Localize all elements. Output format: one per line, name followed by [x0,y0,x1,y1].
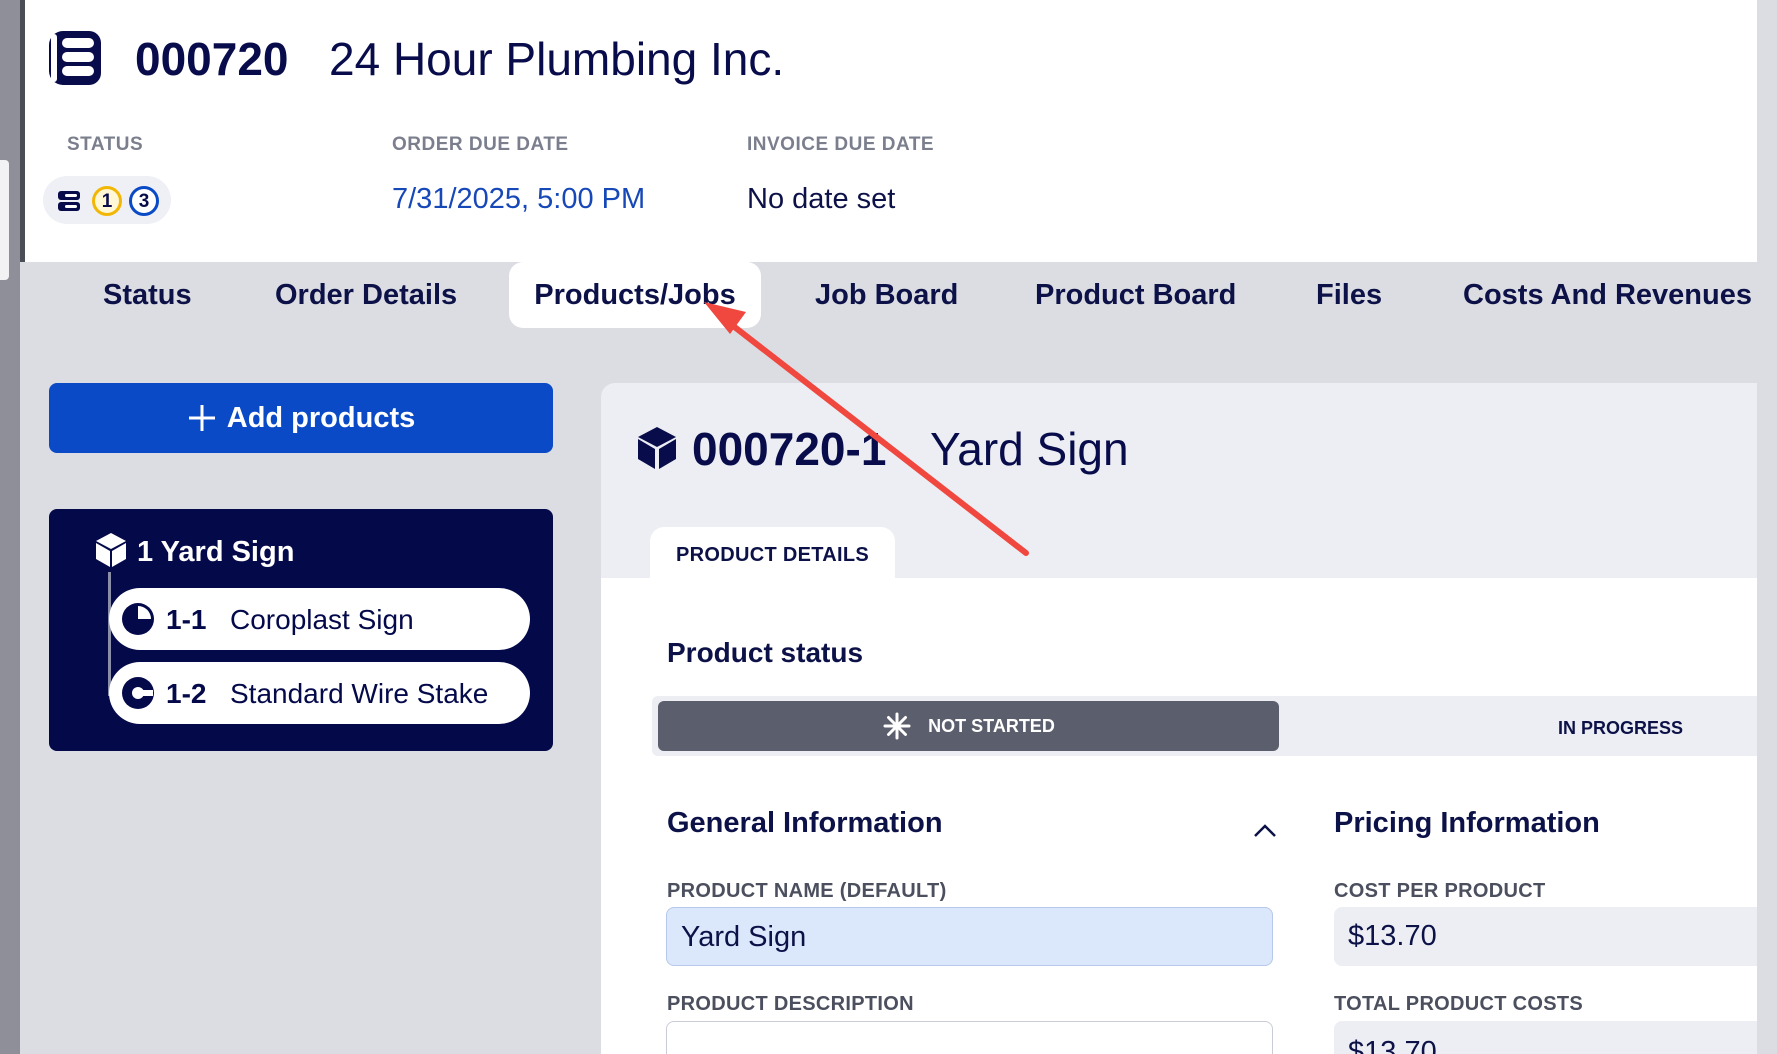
tree-item-number: 1-2 [166,678,207,709]
status-option-label: NOT STARTED [928,715,1055,736]
tab-product-board[interactable]: Product Board [1035,262,1236,328]
asterisk-icon [883,712,911,740]
product-name-label: PRODUCT NAME (DEFAULT) [667,880,947,902]
product-number: 000720-1 [692,423,887,475]
add-products-button[interactable]: Add products [49,383,553,453]
product-name-title: Yard Sign [930,423,1129,475]
tab-order-details[interactable]: Order Details [275,262,457,328]
tab-job-board[interactable]: Job Board [815,262,958,328]
tree-item-coroplast-sign[interactable]: 1-1 Coroplast Sign [109,588,530,650]
status-badge-pending: 1 [92,186,122,216]
cost-per-product-label: COST PER PRODUCT [1334,880,1546,902]
order-due-date-value[interactable]: 7/31/2025, 5:00 PM [392,183,645,216]
order-due-date-label: ORDER DUE DATE [392,134,569,155]
invoice-due-date-label: INVOICE DUE DATE [747,134,935,155]
tree-connector [108,572,111,696]
order-number: 000720 [135,33,289,85]
status-label: STATUS [67,134,144,155]
general-information-title: General Information [667,807,943,839]
status-list-icon [58,191,80,211]
cost-per-product-value: $13.70 [1334,907,1757,966]
window-resize-handle[interactable] [0,160,9,280]
invoice-due-date-value[interactable]: No date set [747,183,895,216]
pie-chart-icon [122,603,154,635]
product-description-label: PRODUCT DESCRIPTION [667,993,914,1015]
order-icon [49,31,101,85]
tree-item-name: Coroplast Sign [230,604,414,635]
customer-name[interactable]: 24 Hour Plumbing Inc. [329,32,784,86]
total-product-costs-value: $13.70 [1334,1021,1757,1054]
pricing-information-title: Pricing Information [1334,807,1600,839]
tree-product-title[interactable]: 1 Yard Sign [137,536,294,569]
status-option-in-progress[interactable]: IN PROGRESS [1558,718,1683,739]
tree-item-number: 1-1 [166,604,207,635]
tree-item-name: Standard Wire Stake [230,678,489,709]
tab-products-jobs[interactable]: Products/Jobs [509,262,761,328]
chevron-up-icon[interactable] [1253,822,1277,838]
cube-icon [96,533,126,567]
cube-icon [638,427,676,469]
tab-product-details[interactable]: PRODUCT DETAILS [650,527,895,580]
window-edge [0,0,20,1054]
wrench-icon [122,677,154,709]
product-name-input[interactable]: Yard Sign [666,907,1273,966]
tree-item-standard-wire-stake[interactable]: 1-2 Standard Wire Stake [109,662,530,724]
add-products-label: Add products [226,401,416,434]
tab-status[interactable]: Status [103,262,192,328]
product-description-input[interactable] [666,1021,1273,1054]
status-badge-total: 3 [129,186,159,216]
status-option-not-started[interactable]: NOT STARTED [658,701,1279,751]
total-product-costs-label: TOTAL PRODUCT COSTS [1334,993,1584,1015]
product-status-title: Product status [667,637,864,668]
tab-costs-and-revenues[interactable]: Costs And Revenues [1463,262,1752,328]
tab-files[interactable]: Files [1316,262,1382,328]
plus-icon [188,405,215,431]
